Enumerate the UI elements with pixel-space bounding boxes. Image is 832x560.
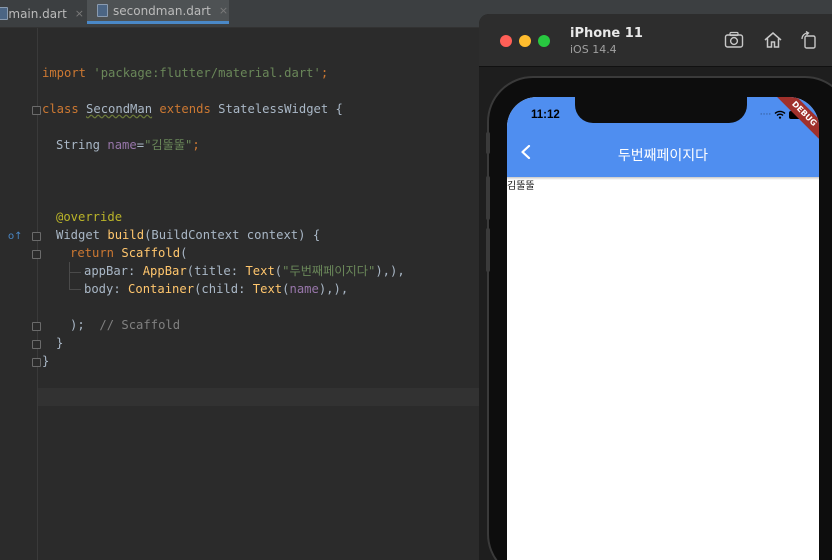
punctuation: ),), xyxy=(318,282,349,296)
code-line: String name="김뚤뚤"; xyxy=(56,136,200,154)
indent-guide xyxy=(69,262,70,290)
body-text: 김뚤뚤 xyxy=(507,181,535,192)
keyword: return xyxy=(70,246,122,260)
dart-file-icon xyxy=(97,4,108,17)
zoom-window-button[interactable] xyxy=(538,35,550,47)
named-argument: (title: xyxy=(186,264,246,278)
punctuation: ); xyxy=(70,318,85,332)
class-name: SecondMan xyxy=(86,102,153,116)
punctuation: ; xyxy=(192,138,200,152)
phone-notch xyxy=(575,97,747,123)
fold-marker-icon[interactable] xyxy=(32,322,41,331)
tab-label: main.dart xyxy=(8,6,67,21)
code-line: appBar: AppBar(title: Text("두번째페이지다"),), xyxy=(84,264,405,278)
code-line: import 'package:flutter/material.dart'; xyxy=(42,64,328,82)
phone-screen[interactable]: 11:12 ···· DEBUG 두번째페이지다 김뚤뚤 xyxy=(507,97,819,560)
code-line: Widget build(BuildContext context) { xyxy=(56,226,320,244)
field-name: name xyxy=(289,282,319,296)
code-line: return Scaffold( xyxy=(70,244,187,262)
code-line: } xyxy=(56,334,63,352)
punctuation: } xyxy=(56,336,64,350)
field-name: name xyxy=(107,138,137,152)
status-time: 11:12 xyxy=(531,109,560,121)
close-window-button[interactable] xyxy=(500,35,512,47)
code-line: class SecondMan extends StatelessWidget … xyxy=(42,100,343,118)
simulator-toolbar: iPhone 11 iOS 14.4 xyxy=(479,14,832,67)
home-icon[interactable] xyxy=(763,31,783,49)
named-argument: (child: xyxy=(194,282,253,296)
type-name: String xyxy=(56,138,101,152)
class-name: Text xyxy=(252,282,283,296)
named-argument: appBar: xyxy=(84,264,143,278)
class-name: Scaffold xyxy=(121,246,181,260)
tab-label: secondman.dart xyxy=(113,3,211,18)
code-line: body: Container(child: Text(name),), xyxy=(84,282,349,296)
string-literal: 'package:flutter/material.dart' xyxy=(93,66,321,80)
camera-icon[interactable] xyxy=(724,31,744,49)
os-version: iOS 14.4 xyxy=(570,43,617,56)
indent-guide xyxy=(69,289,81,290)
dart-file-icon xyxy=(0,7,9,20)
volume-down-button xyxy=(486,228,490,272)
volume-up-button xyxy=(486,176,490,220)
close-icon[interactable]: × xyxy=(219,4,228,17)
punctuation: } xyxy=(42,354,50,368)
app-bar-shadow xyxy=(507,177,819,180)
close-icon[interactable]: × xyxy=(75,7,84,20)
parameters: (BuildContext context) { xyxy=(144,228,321,242)
class-name: Container xyxy=(128,282,195,296)
keyword: extends xyxy=(159,102,211,116)
override-method-icon[interactable]: o↑ xyxy=(8,231,23,242)
signal-icon: ···· xyxy=(759,110,772,120)
keyword: import xyxy=(42,66,87,80)
indent-guide xyxy=(69,272,81,273)
fold-marker-icon[interactable] xyxy=(32,250,41,259)
type-name: Widget xyxy=(56,228,108,242)
punctuation: ),), xyxy=(375,264,405,278)
code-line: ); // Scaffold xyxy=(70,316,180,334)
punctuation: { xyxy=(328,102,343,116)
code-line: } xyxy=(42,352,49,370)
annotation: @override xyxy=(56,210,123,224)
string-literal: "두번째페이지다" xyxy=(282,264,376,278)
mute-switch xyxy=(486,132,490,154)
fold-marker-icon[interactable] xyxy=(32,232,41,241)
punctuation: = xyxy=(136,138,145,152)
fold-marker-icon[interactable] xyxy=(32,106,41,115)
class-name: StatelessWidget xyxy=(218,102,329,116)
class-name: Text xyxy=(245,264,275,278)
app-bar-title: 두번째페이지다 xyxy=(617,148,709,164)
class-name: AppBar xyxy=(142,264,187,278)
fold-marker-icon[interactable] xyxy=(32,340,41,349)
named-argument: body: xyxy=(84,282,129,296)
rotate-icon[interactable] xyxy=(799,31,819,49)
wifi-icon xyxy=(774,110,786,119)
punctuation: ( xyxy=(180,246,188,260)
function-name: build xyxy=(107,228,145,242)
keyword: class xyxy=(42,102,79,116)
fold-marker-icon[interactable] xyxy=(32,358,41,367)
tab-main-dart[interactable]: main.dart × xyxy=(0,0,84,27)
code-comment: // Scaffold xyxy=(99,318,181,332)
minimize-window-button[interactable] xyxy=(519,35,531,47)
device-name: iPhone 11 xyxy=(570,26,643,41)
string-literal: "김뚤뚤" xyxy=(144,138,193,152)
code-line: @override xyxy=(56,208,122,226)
tab-secondman-dart[interactable]: secondman.dart × xyxy=(87,0,229,24)
punctuation: ; xyxy=(320,66,329,80)
